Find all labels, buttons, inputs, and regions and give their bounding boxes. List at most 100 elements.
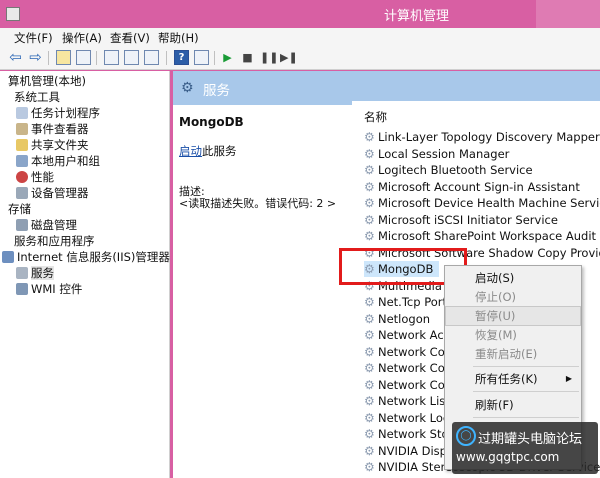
back-icon[interactable]: ⇦ [8,50,23,65]
service-row[interactable]: ⚙ NVIDIA Displ [364,443,450,459]
service-gear-icon: ⚙ [364,377,375,392]
service-row[interactable]: ⚙ Network List [364,393,450,409]
description-text: <读取描述失败。错误代码: 2 > [179,197,337,210]
ctx-start[interactable]: 启动(S) [446,269,580,287]
service-row[interactable]: ⚙ Netlogon [364,311,430,327]
tree-item-local-users[interactable]: 本地用户和组 [16,153,100,169]
service-gear-icon: ⚙ [364,361,375,375]
service-row[interactable]: ⚙ Local Session Manager [364,146,509,162]
ctx-separator [473,417,579,418]
tree-item-shared-folders[interactable]: 共享文件夹 [16,137,89,153]
tree-item-iis-manager[interactable]: Internet 信息服务(IIS)管理器 [2,249,170,265]
site-watermark: ◯ 过期罐头电脑论坛 www.gqgtpc.com [452,422,598,474]
service-gear-icon: ⚙ [364,311,375,326]
tree-item-services[interactable]: 服务 [16,265,54,281]
start-service-suffix: 此服务 [202,144,237,158]
export-list-icon[interactable] [144,50,159,65]
menu-view[interactable]: 查看(V) [110,30,150,46]
wmi-icon [16,283,28,295]
service-row[interactable]: ⚙ Microsoft iSCSI Initiator Service [364,212,558,228]
computer-management-icon [6,7,20,21]
show-action-pane-icon[interactable] [194,50,209,65]
services-banner-title: 服务 [203,83,230,99]
start-service-line: 启动此服务 [179,143,237,159]
title-bar: 计算机管理 [0,0,600,28]
service-name: Microsoft SharePoint Workspace Audit Ser… [378,229,600,243]
service-gear-icon: ⚙ [364,460,375,474]
service-name: Net.Tcp Port [378,295,447,309]
service-gear-icon: ⚙ [364,146,375,161]
ctx-separator [473,366,579,367]
service-row[interactable]: ⚙ Network Cor [364,360,449,376]
service-row[interactable]: ⚙Microsoft SharePoint Workspace Audit Se… [364,228,600,244]
services-banner: ⚙ 服务 [173,71,600,105]
ctx-stop[interactable]: 停止(O) [446,288,580,306]
restart-service-icon[interactable]: ▶❚ [280,50,298,65]
tree-item-storage[interactable]: 存储 [8,201,31,217]
submenu-arrow-icon: ▶ [565,374,572,383]
service-row[interactable]: ⚙ Network Cor [364,377,449,393]
service-name: Network Loc [378,410,450,425]
service-row[interactable]: ⚙ Network Acc [364,327,450,343]
service-title: MongoDB [179,115,244,129]
toolbar-separator [96,51,97,65]
tree-item-task-scheduler[interactable]: 任务计划程序 [16,105,100,121]
disk-icon [16,219,28,231]
help-icon[interactable]: ? [174,50,189,65]
service-row[interactable]: ⚙ Logitech Bluetooth Service [364,162,533,178]
service-name: Network List [378,394,450,408]
tree-item-performance[interactable]: 性能 [16,169,54,185]
service-row[interactable]: ⚙ Microsoft Account Sign-in Assistant [364,179,580,195]
up-folder-icon[interactable] [56,50,71,65]
watermark-line2: www.gqgtpc.com [456,450,560,464]
service-gear-icon: ⚙ [364,212,375,227]
tree-item-services-apps[interactable]: 服务和应用程序 [14,233,95,249]
ctx-restart[interactable]: 重新启动(E) [446,345,580,363]
service-row[interactable]: ⚙ Microsoft Device Health Machine Service [364,195,600,211]
toolbar-separator [166,51,167,65]
menu-action[interactable]: 操作(A) [62,30,102,46]
stop-service-icon[interactable]: ■ [240,50,255,65]
service-name: Netlogon [378,311,431,326]
properties-icon[interactable] [104,50,119,65]
tree-item-device-manager[interactable]: 设备管理器 [16,185,89,201]
ctx-all-tasks[interactable]: 所有任务(K) ▶ [446,370,580,388]
ctx-all-tasks-label: 所有任务(K) [475,372,538,386]
service-row[interactable]: ⚙ Network Loc [364,410,449,426]
device-icon [16,187,28,199]
ctx-refresh[interactable]: 刷新(F) [446,396,580,414]
menu-help[interactable]: 帮助(H) [158,30,199,46]
pause-service-icon[interactable]: ❚❚ [260,50,278,65]
service-name: Microsoft Account Sign-in Assistant [378,179,580,194]
service-row[interactable]: ⚙ Network Cor [364,344,449,360]
column-header-name[interactable]: 名称 [364,109,387,125]
forward-icon[interactable]: ⇨ [28,50,43,65]
tree-item-system-tools[interactable]: 系统工具 [14,89,60,105]
show-tree-icon[interactable] [76,50,91,65]
start-service-link[interactable]: 启动 [179,144,202,158]
ctx-pause[interactable]: 暂停(U) [445,306,581,326]
start-service-icon[interactable]: ▶ [220,50,235,65]
service-name: Microsoft Device Health Machine Service [378,196,600,210]
service-gear-icon: ⚙ [364,229,375,243]
service-row[interactable]: ⚙ Link-Layer Topology Discovery Mapper [364,129,600,145]
service-gear-icon: ⚙ [364,344,375,359]
service-gear-icon: ⚙ [364,130,375,144]
toolbar-separator [48,51,49,65]
service-gear-icon: ⚙ [364,427,375,441]
navigation-tree: 算机管理(本地) 系统工具 任务计划程序 事件查看器 共享文件夹 本地用户和组 … [0,71,170,478]
tree-item-wmi[interactable]: WMI 控件 [16,281,82,297]
tree-root[interactable]: 算机管理(本地) [8,73,86,89]
service-gear-icon: ⚙ [364,295,375,309]
tree-item-event-viewer[interactable]: 事件查看器 [16,121,89,137]
tree-item-disk-management[interactable]: 磁盘管理 [16,217,77,233]
menu-file[interactable]: 文件(F) [14,30,53,46]
ctx-resume[interactable]: 恢复(M) [446,326,580,344]
service-row[interactable]: ⚙ Net.Tcp Port [364,294,447,310]
service-gear-icon: ⚙ [364,179,375,194]
service-row[interactable]: ⚙ Network Stor [364,426,453,442]
refresh-icon[interactable] [124,50,139,65]
service-name: Network Cor [378,361,450,375]
watermark-logo-icon: ◯ [456,426,476,446]
iis-icon [2,251,14,263]
